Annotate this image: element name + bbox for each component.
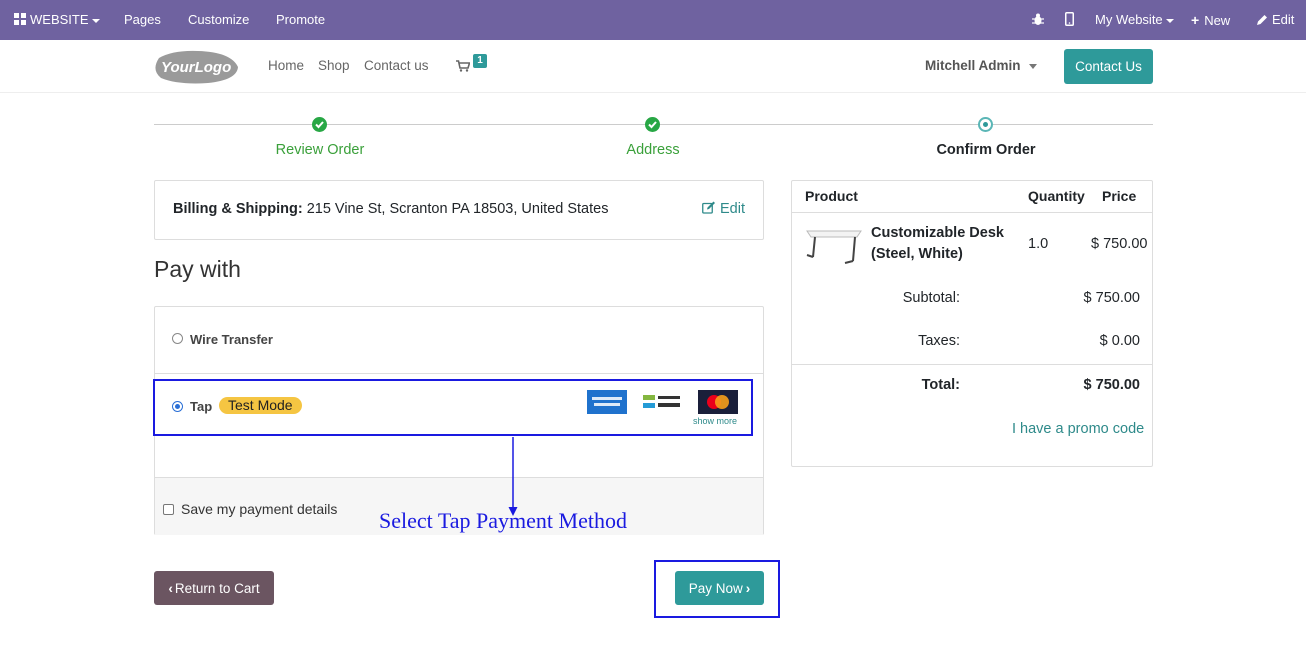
summary-divider — [792, 364, 1152, 365]
product-name-line2: (Steel, White) — [871, 246, 963, 262]
chevron-right-icon: › — [745, 580, 751, 596]
product-name-line1[interactable]: Customizable Desk — [871, 225, 1004, 241]
step-confirm-order: Confirm Order — [936, 142, 1036, 158]
logo-text: YourLogo — [161, 59, 231, 76]
my-website-menu[interactable]: My Website — [1095, 0, 1174, 40]
product-price: $ 750.00 — [1091, 236, 1148, 252]
edit-address-link[interactable]: Edit — [702, 201, 745, 217]
website-menu[interactable]: WEBSITE — [14, 0, 100, 40]
step-address[interactable]: Address — [626, 142, 679, 158]
step-confirm-order-dot-icon — [978, 117, 993, 132]
wire-transfer-label: Wire Transfer — [190, 332, 273, 347]
promo-code-link[interactable]: I have a promo code — [1012, 421, 1144, 437]
contact-us-button[interactable]: Contact Us — [1064, 49, 1153, 84]
subtotal-label: Subtotal: — [902, 290, 960, 306]
mobile-preview-button[interactable] — [1065, 0, 1074, 40]
edit-button[interactable]: Edit — [1257, 0, 1294, 40]
nav-contact-us[interactable]: Contact us — [364, 58, 429, 73]
pay-now-label: Pay Now — [688, 580, 743, 596]
step-review-order-check-icon — [312, 117, 327, 132]
return-to-cart-button[interactable]: ‹ Return to Cart — [154, 571, 274, 605]
cart-icon[interactable] — [456, 60, 470, 72]
pencil-icon — [1257, 15, 1267, 25]
chevron-left-icon: ‹ — [168, 580, 173, 596]
billing-shipping-label: Billing & Shipping: — [173, 201, 303, 217]
user-name: Mitchell Admin — [925, 58, 1021, 73]
taxes-label: Taxes: — [918, 333, 960, 349]
billing-shipping-value: 215 Vine St, Scranton PA 18503, United S… — [306, 201, 609, 217]
admin-bar: WEBSITE Pages Customize Promote My Websi… — [0, 0, 1306, 40]
total-label: Total: — [921, 377, 960, 393]
new-label: New — [1204, 13, 1231, 28]
edit-label: Edit — [1272, 12, 1295, 27]
column-price: Price — [1102, 188, 1137, 204]
subtotal-value: $ 750.00 — [1083, 290, 1140, 306]
nav-shop[interactable]: Shop — [318, 58, 350, 73]
column-product: Product — [805, 188, 858, 204]
order-summary: Product Quantity Price Customizable Desk… — [791, 180, 1153, 467]
plus-icon: + — [1191, 12, 1200, 28]
debug-button[interactable] — [1032, 0, 1044, 40]
website-menu-label: WEBSITE — [30, 12, 89, 27]
annotation-arrow — [508, 437, 518, 516]
edit-address-label: Edit — [720, 201, 745, 217]
taxes-value: $ 0.00 — [1099, 333, 1140, 349]
save-payment-details-label[interactable]: Save my payment details — [181, 501, 337, 517]
chevron-down-icon — [1165, 18, 1174, 23]
annotation-text: Select Tap Payment Method — [379, 508, 627, 533]
apps-grid-icon — [14, 13, 26, 25]
site-header: YourLogo Home Shop Contact us 1 Mitchell… — [0, 40, 1306, 93]
save-payment-details-checkbox[interactable] — [163, 504, 174, 515]
step-review-order[interactable]: Review Order — [276, 142, 365, 158]
site-logo[interactable]: YourLogo — [153, 50, 239, 84]
chevron-down-icon — [1028, 63, 1037, 69]
chevron-down-icon — [91, 18, 100, 23]
promote-menu[interactable]: Promote — [276, 0, 325, 40]
product-quantity: 1.0 — [1028, 236, 1049, 252]
customize-menu[interactable]: Customize — [188, 0, 249, 40]
pay-with-heading: Pay with — [154, 256, 241, 282]
total-value: $ 750.00 — [1083, 377, 1140, 393]
column-quantity: Quantity — [1028, 188, 1085, 204]
mobile-icon — [1065, 12, 1074, 26]
payment-option-wire-transfer[interactable]: Wire Transfer — [155, 307, 763, 374]
product-thumbnail — [806, 230, 862, 264]
new-button[interactable]: + New — [1191, 0, 1230, 40]
edit-icon — [702, 201, 715, 214]
bug-icon — [1032, 13, 1044, 25]
wire-transfer-radio[interactable] — [172, 333, 183, 344]
return-to-cart-label: Return to Cart — [174, 580, 260, 596]
step-address-check-icon — [645, 117, 660, 132]
order-summary-header: Product Quantity Price — [792, 181, 1152, 213]
pages-menu[interactable]: Pages — [124, 0, 161, 40]
billing-shipping-address: Billing & Shipping: 215 Vine St, Scranto… — [173, 201, 608, 217]
pay-now-button[interactable]: Pay Now › — [675, 571, 764, 605]
user-menu[interactable]: Mitchell Admin — [925, 58, 1037, 73]
nav-home[interactable]: Home — [268, 58, 304, 73]
my-website-label: My Website — [1095, 12, 1163, 27]
billing-shipping-card: Billing & Shipping: 215 Vine St, Scranto… — [154, 180, 764, 240]
cart-count-badge[interactable]: 1 — [473, 54, 487, 68]
tap-highlight-box — [153, 379, 753, 436]
